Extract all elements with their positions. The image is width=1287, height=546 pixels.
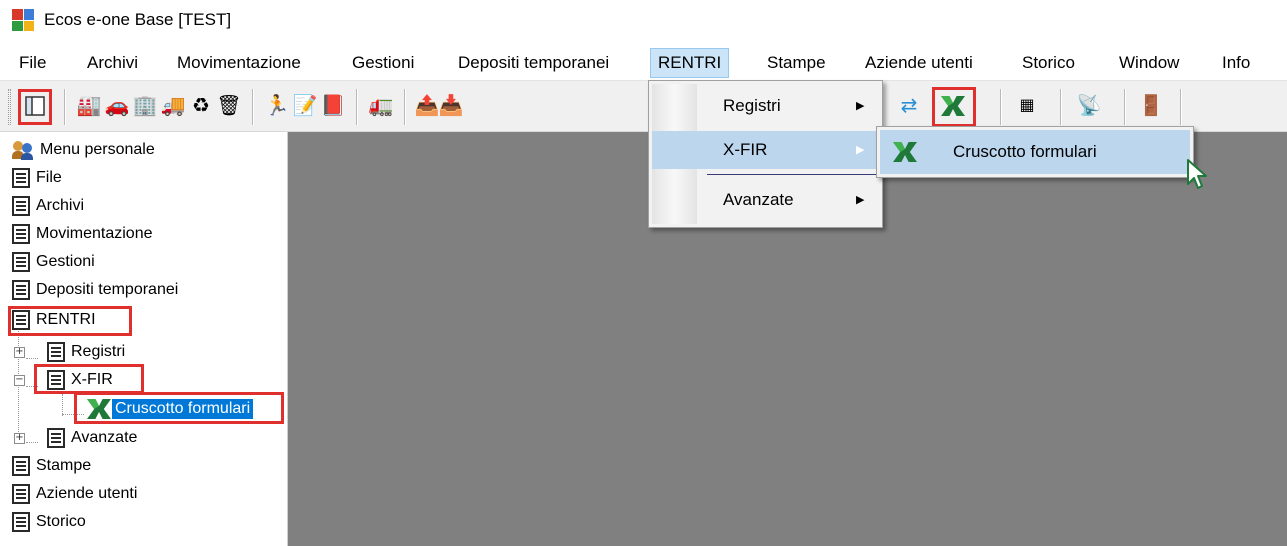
- menu-separator: [707, 174, 877, 175]
- tree-item-registri[interactable]: + Registri: [14, 338, 125, 366]
- tree-item-archivi[interactable]: Archivi: [12, 192, 84, 220]
- antenna-icon[interactable]: 📡: [1076, 93, 1102, 119]
- submenu-arrow-icon: ▶: [856, 100, 865, 112]
- tree-item-stampe[interactable]: Stampe: [12, 452, 91, 480]
- tree-item-menu-personale[interactable]: Menu personale: [12, 136, 155, 164]
- menu-item-x-fir[interactable]: X-FIR ▶: [652, 131, 879, 169]
- document-list-icon: [12, 224, 30, 244]
- trash-icon[interactable]: 🗑: [216, 93, 242, 119]
- tree-item-movimentazione[interactable]: Movimentazione: [12, 220, 153, 248]
- toolbar-separator: [1060, 89, 1062, 125]
- document-list-icon: [12, 168, 30, 188]
- menu-item-registri[interactable]: Registri ▶: [652, 87, 879, 125]
- toolbar-separator: [252, 89, 254, 125]
- menu-item-label: Registri: [723, 96, 781, 115]
- submenu-arrow-icon: ▶: [856, 194, 865, 206]
- expand-icon[interactable]: +: [14, 346, 25, 358]
- sync-arrows-icon[interactable]: ⇄: [896, 93, 922, 119]
- export-icon[interactable]: 📤: [414, 93, 440, 119]
- document-list-icon: [47, 428, 65, 448]
- tree-item-label: Gestioni: [36, 253, 95, 270]
- highlight-box: [932, 87, 976, 127]
- document-list-icon: [12, 280, 30, 300]
- window-title: Ecos e-one Base [TEST]: [44, 10, 232, 29]
- document-list-icon: [12, 456, 30, 476]
- menu-gestioni[interactable]: Gestioni: [345, 48, 421, 78]
- tree-item-gestioni[interactable]: Gestioni: [12, 248, 95, 276]
- document-list-icon: [12, 252, 30, 272]
- x-fir-submenu: Cruscotto formulari: [876, 126, 1194, 178]
- menu-item-label: Cruscotto formulari: [953, 142, 1097, 161]
- menu-storico[interactable]: Storico: [1015, 48, 1082, 78]
- menu-depositi-temporanei[interactable]: Depositi temporanei: [451, 48, 616, 78]
- factory-icon[interactable]: 🏭: [76, 93, 102, 119]
- toolbar: 🏭 🚗 🏢 🚚 ♻ 🗑 🏃 📝 📕 🚛 📤 📥 ⇄ ▦ 📡 🚪: [0, 80, 1287, 132]
- collapse-icon[interactable]: −: [14, 374, 25, 386]
- tree-item-label: Aziende utenti: [36, 485, 138, 502]
- tree-item-file[interactable]: File: [12, 164, 62, 192]
- document-list-icon: [47, 342, 65, 362]
- menu-aziende-utenti[interactable]: Aziende utenti: [858, 48, 980, 78]
- highlight-box: [34, 364, 144, 394]
- navigation-tree: Menu personale File Archivi Movimentazio…: [0, 132, 288, 546]
- app-icon: [12, 9, 34, 31]
- toolbar-separator: [356, 89, 358, 125]
- highlight-box: [18, 89, 52, 125]
- toolbar-grip[interactable]: [8, 89, 11, 125]
- tree-item-label: Stampe: [36, 457, 92, 474]
- building-icon[interactable]: 🏢: [132, 93, 158, 119]
- menu-window[interactable]: Window: [1112, 48, 1186, 78]
- tree-item-label: Depositi temporanei: [36, 281, 179, 298]
- toolbar-separator: [1180, 89, 1182, 125]
- recycle-icon[interactable]: ♻: [188, 93, 214, 119]
- menu-movimentazione[interactable]: Movimentazione: [170, 48, 308, 78]
- toolbar-separator: [1000, 89, 1002, 125]
- green-x-icon: [892, 141, 918, 163]
- title-bar: Ecos e-one Base [TEST]: [0, 0, 1287, 42]
- car-icon[interactable]: 🚗: [104, 93, 130, 119]
- tree-item-label: Avanzate: [71, 429, 138, 446]
- menu-item-avanzate[interactable]: Avanzate ▶: [652, 181, 879, 219]
- menu-archivi[interactable]: Archivi: [80, 48, 145, 78]
- menu-info[interactable]: Info: [1215, 48, 1257, 78]
- highlight-box: [8, 306, 132, 336]
- document-list-icon: [12, 512, 30, 532]
- people-icon: [12, 140, 34, 160]
- menu-file[interactable]: File: [12, 48, 53, 78]
- runner-icon[interactable]: 🏃: [264, 93, 290, 119]
- tree-item-depositi-temporanei[interactable]: Depositi temporanei: [12, 276, 178, 304]
- tree-item-label: Registri: [71, 343, 126, 360]
- menu-stampe[interactable]: Stampe: [760, 48, 833, 78]
- mouse-cursor-icon: [1187, 159, 1207, 189]
- rentri-dropdown-menu: Registri ▶ X-FIR ▶ Avanzate ▶: [648, 80, 883, 228]
- highlight-box: [74, 392, 284, 424]
- expand-icon[interactable]: +: [14, 432, 25, 444]
- truck-icon[interactable]: 🚚: [160, 93, 186, 119]
- submenu-arrow-icon: ▶: [856, 144, 865, 156]
- tree-item-storico[interactable]: Storico: [12, 508, 86, 536]
- tree-item-avanzate[interactable]: + Avanzate: [14, 424, 137, 452]
- document-list-icon: [12, 484, 30, 504]
- tree-item-aziende-utenti[interactable]: Aziende utenti: [12, 480, 137, 508]
- menu-bar: File Archivi Movimentazione Gestioni Dep…: [0, 44, 1287, 80]
- menu-rentri[interactable]: RENTRI: [650, 48, 730, 78]
- grid-dots-icon[interactable]: ▦: [1014, 93, 1040, 119]
- toolbar-separator: [64, 89, 66, 125]
- transfer-icon[interactable]: 🚛: [368, 93, 394, 119]
- tree-item-label: Menu personale: [40, 141, 155, 158]
- tree-item-label: Storico: [36, 513, 86, 530]
- book-icon[interactable]: 📕: [320, 93, 346, 119]
- tree-item-label: File: [36, 169, 62, 186]
- document-list-icon: [12, 196, 30, 216]
- tree-item-label: Archivi: [36, 197, 85, 214]
- menu-item-label: Avanzate: [723, 190, 794, 209]
- menu-item-cruscotto-formulari[interactable]: Cruscotto formulari: [880, 130, 1190, 174]
- exit-door-icon[interactable]: 🚪: [1138, 93, 1164, 119]
- edit-form-icon[interactable]: 📝: [292, 93, 318, 119]
- tree-item-label: Movimentazione: [36, 225, 153, 242]
- import-icon[interactable]: 📥: [438, 93, 464, 119]
- toolbar-separator: [404, 89, 406, 125]
- menu-item-label: X-FIR: [723, 140, 768, 159]
- toolbar-separator: [1124, 89, 1126, 125]
